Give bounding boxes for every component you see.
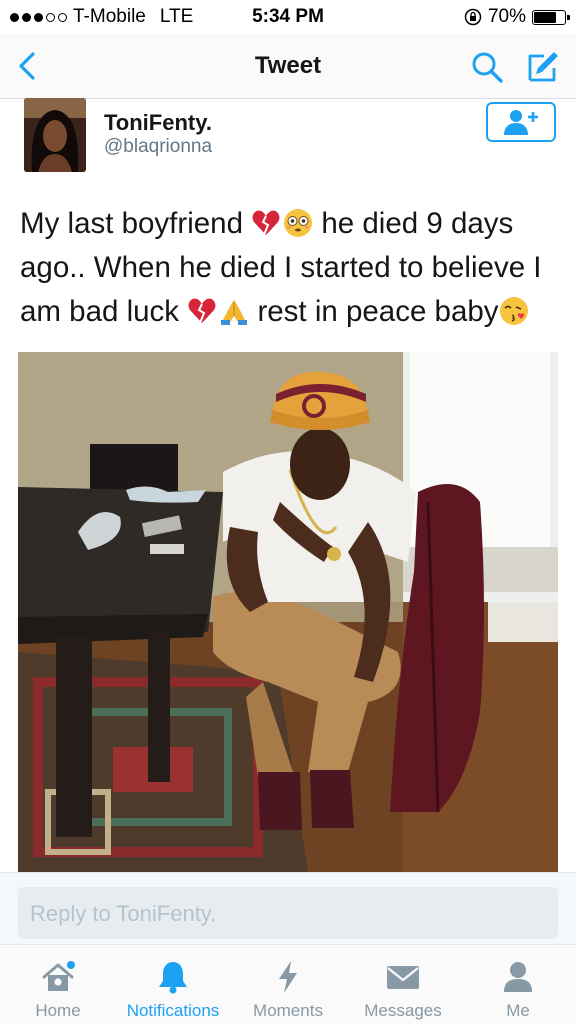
avatar[interactable]	[24, 98, 86, 172]
kissing-face-icon	[499, 297, 528, 325]
tab-messages[interactable]: Messages	[356, 945, 450, 1025]
tweet-text-part: rest in peace baby	[249, 295, 499, 328]
reply-bar: Reply to ToniFenty.	[0, 872, 576, 945]
tweet-text: My last boyfriend he died 9 days ago.. W…	[20, 202, 560, 334]
tab-moments[interactable]: Moments	[244, 945, 332, 1025]
tab-label: Home	[35, 1001, 81, 1020]
tab-notifications[interactable]: Notifications	[114, 945, 232, 1025]
person-icon	[504, 962, 532, 992]
tweet-text-part: My last boyfriend	[20, 207, 252, 240]
broken-heart-icon	[188, 298, 216, 324]
tab-me[interactable]: Me	[478, 945, 558, 1025]
search-icon[interactable]	[470, 50, 504, 84]
tweet-photo[interactable]	[18, 352, 558, 872]
envelope-icon	[387, 966, 419, 989]
tab-label: Moments	[253, 1001, 323, 1020]
navigation-bar: Tweet	[0, 34, 576, 99]
battery-icon	[532, 9, 570, 25]
reply-input[interactable]: Reply to ToniFenty.	[18, 887, 558, 939]
tab-label: Me	[506, 1001, 530, 1020]
follow-button[interactable]	[486, 102, 556, 142]
tab-home[interactable]: Home	[14, 945, 102, 1025]
folded-hands-icon	[221, 300, 248, 325]
tab-label: Notifications	[126, 1001, 220, 1020]
tab-bar: Home Notifications Moments Messages Me	[0, 944, 576, 1025]
tab-label: Messages	[364, 1001, 442, 1020]
compose-tweet-icon[interactable]	[524, 48, 560, 84]
display-name[interactable]: ToniFenty.	[104, 110, 212, 136]
user-handle[interactable]: @blaqrionna	[104, 136, 212, 158]
lightning-icon	[279, 961, 297, 993]
home-icon	[42, 961, 75, 991]
battery-percent: 70%	[487, 6, 526, 27]
status-bar: T-Mobile LTE 5:34 PM 70%	[0, 0, 576, 34]
broken-heart-icon	[252, 210, 280, 236]
add-user-icon	[504, 110, 538, 135]
flushed-face-icon	[284, 209, 313, 237]
rotation-lock-icon	[464, 8, 482, 26]
bell-icon	[159, 962, 187, 994]
